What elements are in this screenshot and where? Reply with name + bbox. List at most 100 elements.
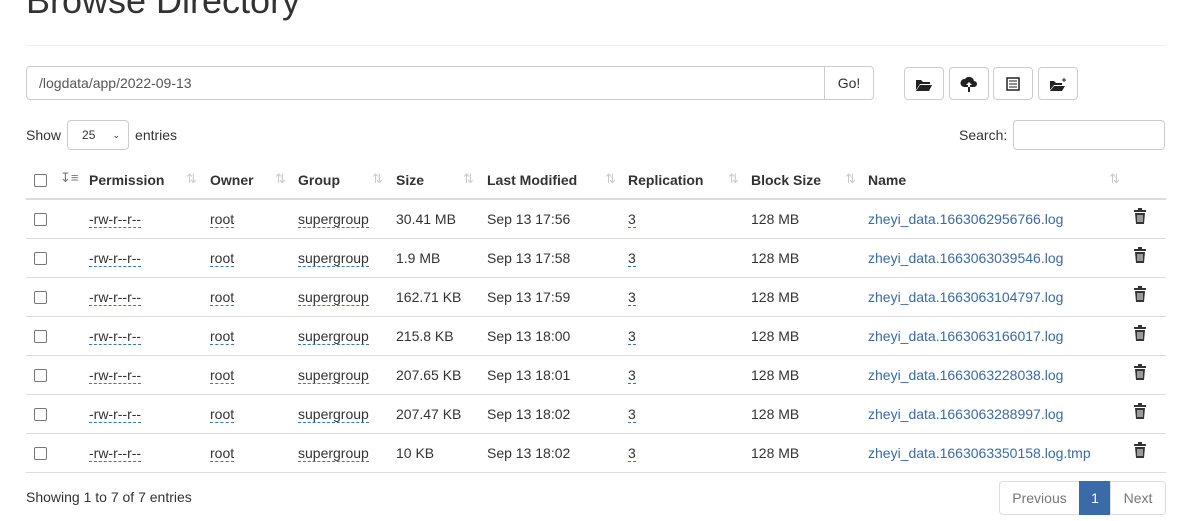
go-button[interactable]: Go! bbox=[824, 66, 874, 100]
cell-permission[interactable]: -rw-r--r-- bbox=[89, 367, 142, 384]
cell-replication[interactable]: 3 bbox=[628, 406, 636, 423]
column-header-permission[interactable]: Permission bbox=[89, 172, 164, 188]
list-button[interactable] bbox=[993, 67, 1033, 100]
column-header-last-modified[interactable]: Last Modified bbox=[487, 172, 577, 188]
row-checkbox[interactable] bbox=[34, 369, 47, 382]
cell-modified: Sep 13 17:58 bbox=[487, 250, 571, 266]
table-row: -rw-r--r-- root supergroup 215.8 KB Sep 13 1… bbox=[26, 317, 1166, 356]
entries-label: entries bbox=[135, 127, 178, 143]
trash-icon[interactable] bbox=[1133, 208, 1147, 227]
sort-icon[interactable]: ⇅ bbox=[463, 171, 474, 187]
file-link[interactable]: zheyi_data.1663063039546.log bbox=[868, 250, 1063, 266]
table-row: -rw-r--r-- root supergroup 1.9 MB Sep 13 17:… bbox=[26, 239, 1166, 278]
create-folder-button[interactable] bbox=[1038, 67, 1078, 100]
cell-permission[interactable]: -rw-r--r-- bbox=[89, 211, 142, 228]
trash-icon[interactable] bbox=[1133, 364, 1147, 383]
cell-size: 1.9 MB bbox=[396, 250, 441, 266]
cell-owner[interactable]: root bbox=[210, 406, 235, 423]
upload-button[interactable] bbox=[949, 67, 989, 100]
cell-size: 30.41 MB bbox=[396, 211, 456, 227]
row-checkbox[interactable] bbox=[34, 408, 47, 421]
trash-icon[interactable] bbox=[1133, 247, 1147, 266]
cell-replication[interactable]: 3 bbox=[628, 289, 636, 306]
cell-size: 162.71 KB bbox=[396, 289, 462, 305]
file-link[interactable]: zheyi_data.1663063350158.log.tmp bbox=[868, 445, 1091, 461]
next-button[interactable]: Next bbox=[1110, 481, 1166, 515]
cell-group[interactable]: supergroup bbox=[298, 211, 369, 228]
path-input[interactable] bbox=[26, 66, 825, 100]
cell-owner[interactable]: root bbox=[210, 211, 235, 228]
cell-replication[interactable]: 3 bbox=[628, 367, 636, 384]
cell-block-size: 128 MB bbox=[751, 289, 800, 305]
page-length-select[interactable]: 25 ⌄ bbox=[67, 120, 130, 150]
cell-permission[interactable]: -rw-r--r-- bbox=[89, 328, 142, 345]
table-row: -rw-r--r-- root supergroup 207.65 KB Sep 13 … bbox=[26, 356, 1166, 395]
cell-group[interactable]: supergroup bbox=[298, 328, 369, 345]
file-link[interactable]: zheyi_data.1663063288997.log bbox=[868, 406, 1063, 422]
trash-icon[interactable] bbox=[1133, 325, 1147, 344]
cell-replication[interactable]: 3 bbox=[628, 445, 636, 462]
file-link[interactable]: zheyi_data.1663062956766.log bbox=[868, 211, 1063, 227]
cell-permission[interactable]: -rw-r--r-- bbox=[89, 406, 142, 423]
column-header-size[interactable]: Size bbox=[396, 172, 424, 188]
column-header-replication[interactable]: Replication bbox=[628, 172, 703, 188]
cell-block-size: 128 MB bbox=[751, 367, 800, 383]
sort-icon[interactable]: ⇅ bbox=[372, 171, 383, 187]
trash-icon[interactable] bbox=[1133, 442, 1147, 461]
cell-permission[interactable]: -rw-r--r-- bbox=[89, 445, 142, 462]
cell-owner[interactable]: root bbox=[210, 250, 235, 267]
chevron-down-icon: ⌄ bbox=[112, 129, 121, 140]
trash-icon[interactable] bbox=[1133, 403, 1147, 422]
sort-icon[interactable]: ⇅ bbox=[605, 171, 616, 187]
page-1-button[interactable]: 1 bbox=[1079, 481, 1111, 515]
sort-icon[interactable]: ⇅ bbox=[1109, 171, 1120, 187]
sort-icon[interactable]: ⇅ bbox=[728, 171, 739, 187]
row-checkbox[interactable] bbox=[34, 330, 47, 343]
column-header-name[interactable]: Name bbox=[868, 172, 906, 188]
cell-owner[interactable]: root bbox=[210, 289, 235, 306]
search-input[interactable] bbox=[1013, 120, 1166, 150]
sort-asc-icon[interactable]: ↧≡ bbox=[60, 170, 78, 186]
table-row: -rw-r--r-- root supergroup 10 KB Sep 13 18:0… bbox=[26, 434, 1166, 473]
column-header-group[interactable]: Group bbox=[298, 172, 340, 188]
cell-permission[interactable]: -rw-r--r-- bbox=[89, 250, 142, 267]
list-alt-icon bbox=[1006, 76, 1020, 91]
cell-owner[interactable]: root bbox=[210, 328, 235, 345]
file-link[interactable]: zheyi_data.1663063228038.log bbox=[868, 367, 1063, 383]
previous-button[interactable]: Previous bbox=[999, 481, 1080, 515]
column-header-owner[interactable]: Owner bbox=[210, 172, 254, 188]
trash-icon[interactable] bbox=[1133, 286, 1147, 305]
row-checkbox[interactable] bbox=[34, 447, 47, 460]
row-checkbox[interactable] bbox=[34, 252, 47, 265]
cell-group[interactable]: supergroup bbox=[298, 406, 369, 423]
cell-owner[interactable]: root bbox=[210, 367, 235, 384]
cloud-upload-icon bbox=[960, 76, 977, 92]
sort-icon[interactable]: ⇅ bbox=[275, 171, 286, 187]
cell-block-size: 128 MB bbox=[751, 250, 800, 266]
file-link[interactable]: zheyi_data.1663063104797.log bbox=[868, 289, 1063, 305]
sort-icon[interactable]: ⇅ bbox=[845, 171, 856, 187]
cell-modified: Sep 13 17:56 bbox=[487, 211, 571, 227]
cell-replication[interactable]: 3 bbox=[628, 211, 636, 228]
row-checkbox[interactable] bbox=[34, 213, 47, 226]
cell-group[interactable]: supergroup bbox=[298, 367, 369, 384]
cell-replication[interactable]: 3 bbox=[628, 250, 636, 267]
table-row: -rw-r--r-- root supergroup 162.71 KB Sep 13 … bbox=[26, 278, 1166, 317]
select-all-checkbox[interactable] bbox=[34, 174, 47, 187]
cell-group[interactable]: supergroup bbox=[298, 250, 369, 267]
open-folder-button[interactable] bbox=[904, 67, 944, 100]
cell-replication[interactable]: 3 bbox=[628, 328, 636, 345]
column-header-block-size[interactable]: Block Size bbox=[751, 172, 821, 188]
folder-open-icon bbox=[916, 79, 932, 91]
cell-group[interactable]: supergroup bbox=[298, 289, 369, 306]
cell-modified: Sep 13 17:59 bbox=[487, 289, 571, 305]
cell-modified: Sep 13 18:02 bbox=[487, 406, 571, 422]
cell-group[interactable]: supergroup bbox=[298, 445, 369, 462]
cell-owner[interactable]: root bbox=[210, 445, 235, 462]
file-link[interactable]: zheyi_data.1663063166017.log bbox=[868, 328, 1063, 344]
row-checkbox[interactable] bbox=[34, 291, 47, 304]
cell-permission[interactable]: -rw-r--r-- bbox=[89, 289, 142, 306]
cell-block-size: 128 MB bbox=[751, 445, 800, 461]
sort-icon[interactable]: ⇅ bbox=[186, 171, 197, 187]
cell-size: 10 KB bbox=[396, 445, 435, 461]
